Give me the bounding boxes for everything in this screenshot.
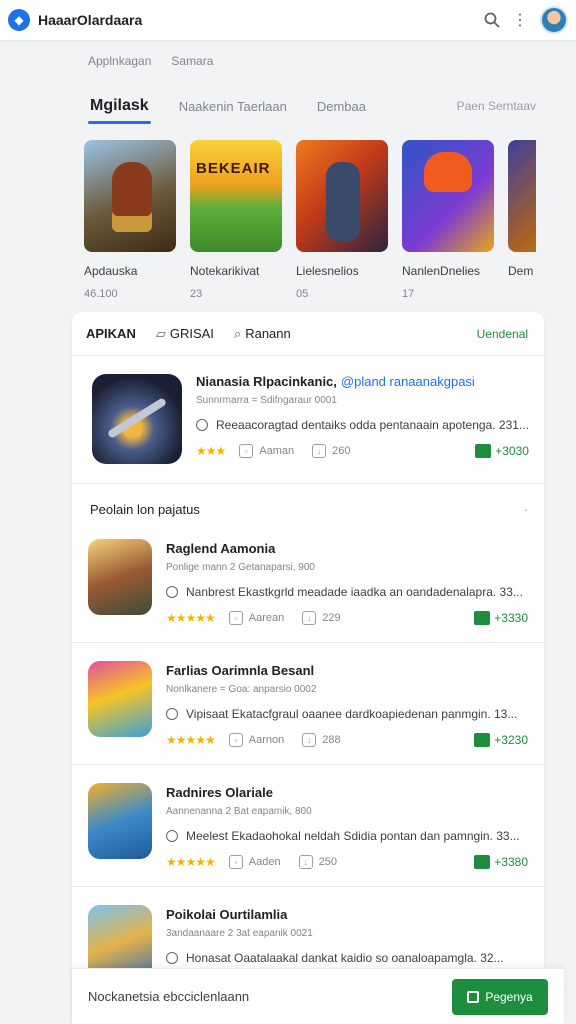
bottom-bar-text: Nockanetsia ebcciclenlaann (88, 989, 250, 1004)
game-icon (88, 783, 152, 859)
list-item-desc: Honasat Oaatalaakal dankat kaidio so oan… (166, 951, 528, 965)
game-art-soldier-icon (296, 140, 388, 252)
info-icon (166, 586, 178, 598)
carousel-card[interactable]: NanlenDnelies 17 (402, 140, 494, 300)
featured-meta: Sunnrmarra = Sdifngaraur 0001 (196, 395, 337, 406)
more-vert-icon[interactable]: ⋮ (506, 6, 534, 34)
carousel-card-sub: 23 (190, 288, 203, 300)
list-item-desc: Meelest Ekadaohokal neldah Sdidia pontan… (166, 829, 528, 843)
tab-naakenin[interactable]: Naakenin Taerlaan (177, 88, 289, 124)
filter-right-link[interactable]: Uendenal (477, 327, 528, 341)
filter-games[interactable]: ▱ GRISAI (156, 326, 214, 342)
download-icon: ↓ (298, 855, 313, 869)
game-icon (88, 661, 152, 737)
price-button[interactable]: +3030 (475, 444, 529, 458)
rating-stars-icon: ★★★★★ (166, 855, 216, 869)
list-item-title: Poikolai Ourtilamlia (166, 907, 288, 922)
user-icon: ▫ (228, 611, 243, 625)
featured-game-icon (92, 374, 182, 464)
list-item-meta: 3andaanaare 2 3at eapanik 0021 (166, 928, 313, 939)
app-logo-icon[interactable]: ◆ (8, 9, 30, 31)
tab-mgilask[interactable]: Mgilask (88, 88, 151, 124)
featured-item[interactable]: Nianasia Rlpacinkanic, @pland ranaanakgpa… (72, 356, 544, 484)
tab-bar: Mgilask Naakenin Taerlaan Dembaa Paen Se… (88, 88, 536, 124)
search-icon: ⌕ (233, 325, 242, 341)
user-icon: ▫ (228, 855, 243, 869)
list-item[interactable]: Raglend Aamonia Ponlige mann 2 Getanapar… (72, 521, 544, 643)
carousel-card-title: Lielesnelios (296, 264, 359, 278)
list-item-desc: Vipisaat Ekatacfgraul oaanee dardkoapied… (166, 707, 528, 721)
info-icon (166, 830, 178, 842)
price-button[interactable]: +3380 (474, 855, 528, 869)
app-carousel: Apdauska 46.100 Notekarikivat 23 Lielesn… (84, 140, 536, 300)
price-tag-icon (475, 444, 492, 458)
carousel-card-sub: 17 (402, 288, 415, 300)
list-item-meta: Aannenanna 2 Bat eapamik, 800 (166, 806, 312, 817)
featured-link[interactable]: @pland ranaanakgpasi (341, 374, 475, 389)
game-art-partial-icon (508, 140, 536, 252)
filter-bar: APIKAN ▱ GRISAI ⌕ Ranann Uendenal (72, 312, 544, 356)
breadcrumb-item[interactable]: Samara (171, 54, 213, 68)
bottom-action-bar: Nockanetsia ebcciclenlaann Pegenya (72, 968, 564, 1024)
carousel-card-title: NanlenDnelies (402, 264, 481, 278)
section-title: Peolain lon pajatus · (90, 502, 528, 517)
list-item-meta: Ponlige mann 2 Getanaparsi, 900 (166, 562, 315, 573)
featured-stats: ★★★ ▫ Aaman ↓ 260 +3030 (196, 444, 529, 458)
list-item-title: Farlias Oarimnla Besanl (166, 663, 315, 678)
flag-icon (467, 990, 480, 1003)
tab-right-link[interactable]: Paen Serntaav (457, 99, 536, 113)
carousel-card-title: Dem (508, 264, 534, 278)
list-item-title: Radnires Olariale (166, 785, 273, 800)
carousel-card-title: Apdauska (84, 264, 138, 278)
tab-dembaa[interactable]: Dembaa (315, 88, 368, 124)
download-icon: ↓ (302, 611, 317, 625)
carousel-card[interactable]: Lielesnelios 05 (296, 140, 388, 300)
list-item-meta: Nonlkanere = Goa: anparsio 0002 (166, 684, 317, 695)
carousel-card[interactable]: Notekarikivat 23 (190, 140, 282, 300)
info-icon (166, 952, 178, 964)
price-tag-icon (474, 611, 491, 625)
breadcrumb: Applnkagan Samara (88, 54, 213, 68)
info-icon (166, 708, 178, 720)
game-art-warrior-icon (84, 140, 176, 252)
breadcrumb-item[interactable]: Applnkagan (88, 54, 151, 68)
user-icon: ▫ (228, 733, 243, 747)
search-icon[interactable] (478, 6, 506, 34)
app-title: HaaarOlardaara (38, 12, 143, 28)
carousel-card-title: Notekarikivat (190, 264, 260, 278)
filter-search[interactable]: ⌕ Ranann (234, 326, 291, 342)
top-app-bar: ◆ HaaarOlardaara ⋮ (0, 0, 576, 40)
bookmark-icon: ▱ (155, 325, 166, 341)
rating-stars-icon: ★★★★★ (166, 611, 216, 625)
info-icon (196, 419, 208, 431)
price-tag-icon (474, 855, 491, 869)
filter-apps[interactable]: APIKAN (86, 326, 136, 341)
list-item[interactable]: Radnires Olariale Aannenanna 2 Bat eapam… (72, 765, 544, 887)
more-icon[interactable]: · (524, 502, 528, 517)
results-panel: APIKAN ▱ GRISAI ⌕ Ranann Uendenal Nianasia… (72, 312, 544, 1024)
price-button[interactable]: +3230 (474, 733, 528, 747)
user-icon: ▫ (239, 444, 254, 458)
rating-stars-icon: ★★★ (196, 444, 226, 458)
primary-action-button[interactable]: Pegenya (452, 978, 548, 1015)
list-item-title: Raglend Aamonia (166, 541, 276, 556)
download-icon: ↓ (312, 444, 327, 458)
list-item-desc: Nanbrest Ekastkgrld meadade iaadka an oa… (166, 585, 528, 599)
game-icon (88, 539, 152, 615)
rating-stars-icon: ★★★★★ (166, 733, 216, 747)
carousel-card[interactable]: Dem (508, 140, 536, 300)
carousel-card-sub: 46.100 (84, 288, 118, 300)
avatar[interactable] (540, 6, 568, 34)
featured-title: Nianasia Rlpacinkanic, @pland ranaanakgpa… (196, 374, 475, 389)
price-tag-icon (474, 733, 491, 747)
game-art-hero-icon (402, 140, 494, 252)
game-art-bekeair-icon (190, 140, 282, 252)
download-icon: ↓ (302, 733, 317, 747)
carousel-card[interactable]: Apdauska 46.100 (84, 140, 176, 300)
featured-desc: Reeaacoragtad dentaiks odda pentanaain a… (196, 418, 529, 432)
price-button[interactable]: +3330 (474, 611, 528, 625)
carousel-card-sub: 05 (296, 288, 309, 300)
list-item[interactable]: Farlias Oarimnla Besanl Nonlkanere = Goa… (72, 643, 544, 765)
